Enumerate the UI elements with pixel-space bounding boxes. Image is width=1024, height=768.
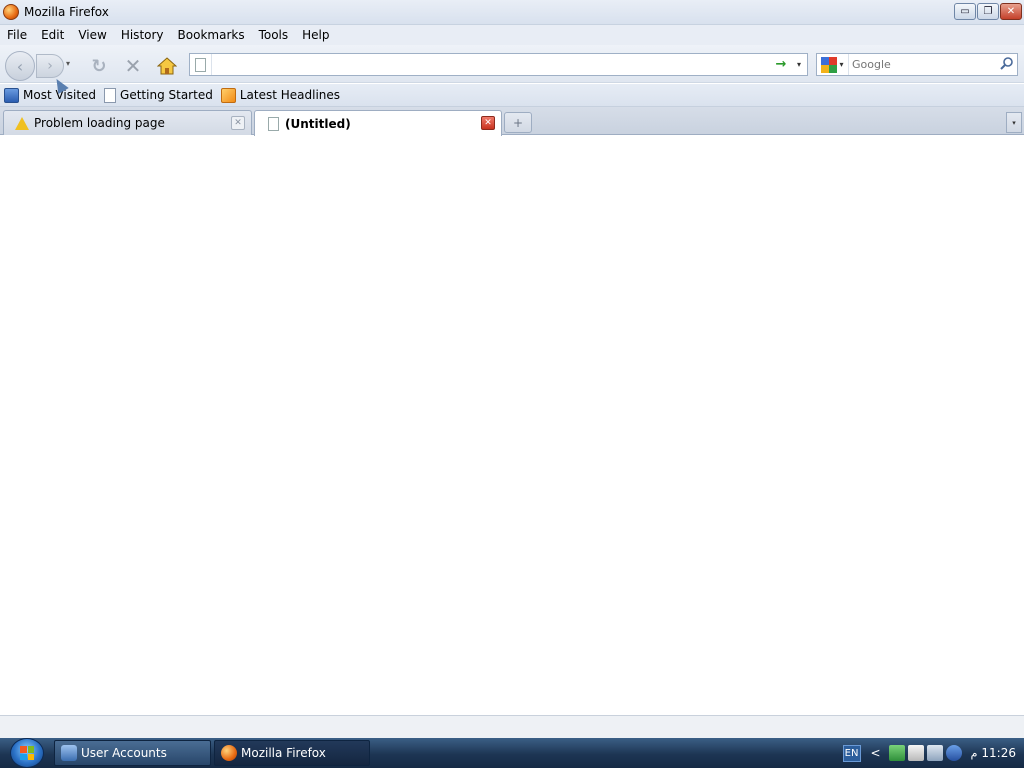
clock[interactable]: 11:26 [981, 746, 1016, 760]
back-button[interactable]: ‹ [5, 51, 35, 81]
language-indicator[interactable]: EN [842, 744, 861, 762]
tab-label: Problem loading page [34, 116, 165, 130]
taskbar-label: Mozilla Firefox [241, 746, 326, 760]
menu-edit[interactable]: Edit [34, 28, 71, 42]
forward-arrow-icon: › [47, 58, 53, 74]
site-identity-icon[interactable] [190, 54, 212, 75]
bookmarks-toolbar: Most Visited Getting Started Latest Head… [0, 84, 1024, 107]
title-bar[interactable]: Mozilla Firefox ▭ ❐ ✕ [0, 0, 1024, 25]
folder-icon [4, 87, 19, 103]
go-icon[interactable]: → [771, 57, 791, 72]
windows-logo-icon [20, 746, 34, 760]
start-button[interactable] [10, 738, 44, 768]
url-input[interactable] [212, 55, 771, 74]
page-content[interactable] [0, 136, 1024, 715]
reload-icon[interactable]: ↻ [88, 55, 110, 77]
system-tray: EN < م 11:26 [842, 738, 1024, 768]
firefox-icon [3, 4, 19, 20]
engine-dropdown-icon: ▾ [839, 60, 844, 69]
show-hidden-icons[interactable]: < [871, 746, 881, 760]
close-button[interactable]: ✕ [1000, 3, 1022, 20]
back-arrow-icon: ‹ [16, 56, 24, 76]
history-dropdown-icon[interactable]: ▾ [66, 59, 76, 71]
page-icon [195, 57, 206, 72]
warning-icon [14, 115, 30, 131]
forward-button[interactable]: › [36, 54, 64, 78]
users-icon [61, 745, 77, 761]
taskbar: User Accounts Mozilla Firefox EN < م 11:… [0, 738, 1024, 768]
tab-close-icon[interactable]: ✕ [231, 116, 245, 130]
status-bar [0, 715, 1024, 738]
window-controls: ▭ ❐ ✕ [953, 3, 1022, 20]
menu-file[interactable]: File [0, 28, 34, 42]
bookmark-label: Latest Headlines [239, 88, 341, 102]
search-engine-button[interactable]: ▾ [817, 54, 849, 75]
page-icon [265, 116, 281, 132]
menu-bar: File Edit View History Bookmarks Tools H… [0, 25, 1024, 45]
home-icon[interactable] [156, 55, 178, 77]
taskbar-user-accounts[interactable]: User Accounts [54, 740, 211, 766]
tray-app-icon[interactable] [907, 745, 924, 761]
taskbar-label: User Accounts [81, 746, 167, 760]
list-all-tabs-icon[interactable]: ▾ [1006, 112, 1022, 133]
navigation-toolbar: ‹ › ▾ ↻ ✕ → ▾ ▾ [0, 45, 1024, 83]
bookmark-latest-headlines[interactable]: Latest Headlines [220, 87, 341, 103]
google-icon [821, 56, 838, 73]
taskbar-mozilla-firefox[interactable]: Mozilla Firefox [214, 740, 370, 766]
tab-label: (Untitled) [285, 116, 351, 131]
tab-problem-loading-page[interactable]: Problem loading page ✕ [3, 110, 252, 135]
menu-history[interactable]: History [114, 28, 171, 42]
rss-icon [220, 87, 236, 103]
search-bar[interactable]: ▾ [816, 53, 1018, 76]
tab-untitled[interactable]: (Untitled) ✕ [254, 110, 502, 136]
minimize-button[interactable]: ▭ [954, 3, 976, 20]
tab-strip: Problem loading page ✕ (Untitled) ✕ + ▾ [0, 107, 1024, 136]
search-icon[interactable] [997, 56, 1017, 73]
bookmark-getting-started[interactable]: Getting Started [104, 87, 213, 103]
url-dropdown-icon[interactable]: ▾ [791, 60, 807, 69]
clock-period: م [970, 746, 978, 760]
bookmark-label: Getting Started [120, 88, 213, 102]
menu-bookmarks[interactable]: Bookmarks [171, 28, 252, 42]
tab-close-icon[interactable]: ✕ [481, 116, 495, 130]
window-title: Mozilla Firefox [24, 5, 109, 19]
page-icon [104, 87, 117, 103]
stop-icon[interactable]: ✕ [122, 54, 144, 78]
menu-help[interactable]: Help [295, 28, 336, 42]
menu-tools[interactable]: Tools [252, 28, 296, 42]
network-icon[interactable] [888, 745, 905, 761]
search-input[interactable] [849, 58, 997, 71]
url-bar[interactable]: → ▾ [189, 53, 808, 76]
firefox-icon [221, 745, 237, 761]
tray-app-icon[interactable] [945, 745, 962, 761]
tray-app-icon[interactable] [926, 745, 943, 761]
menu-view[interactable]: View [71, 28, 113, 42]
restore-button[interactable]: ❐ [977, 3, 999, 20]
bookmark-most-visited[interactable]: Most Visited [4, 87, 96, 103]
new-tab-button[interactable]: + [504, 112, 532, 133]
